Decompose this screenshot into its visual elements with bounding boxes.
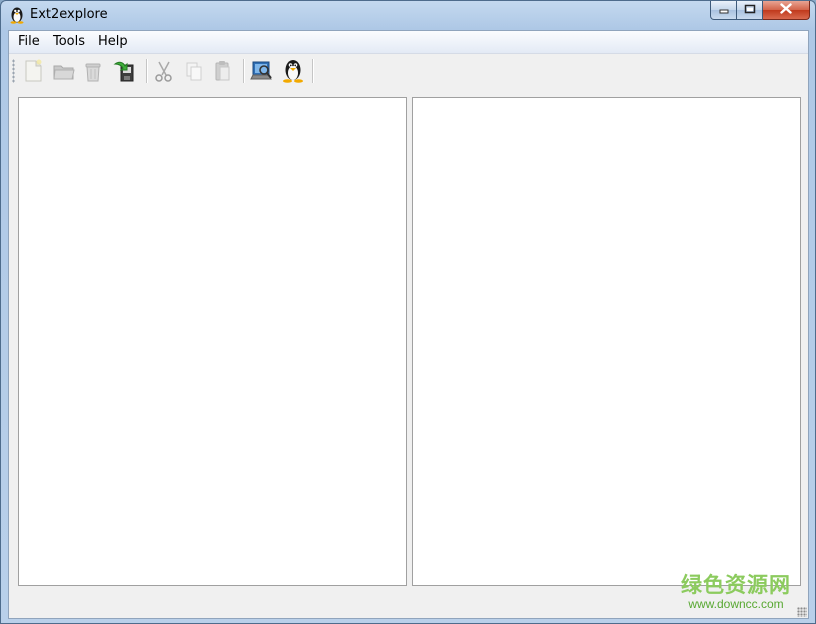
client-area: File Tools Help (8, 30, 809, 619)
rescan-drive-icon (250, 61, 274, 88)
window-title: Ext2explore (30, 7, 108, 22)
app-window: Ext2explore File Tools Help 绿色资源网 www.do… (0, 0, 816, 624)
tux-app-icon (9, 6, 25, 24)
copy-button[interactable] (182, 58, 206, 84)
new-file-icon (21, 59, 45, 88)
menu-file[interactable]: File (15, 34, 43, 49)
cut-button[interactable] (151, 58, 175, 84)
open-folder-button[interactable] (52, 58, 76, 84)
save-export-button[interactable] (113, 58, 137, 84)
cut-icon (151, 61, 175, 88)
menu-tools[interactable]: Tools (50, 34, 88, 49)
toolbar-separator (146, 59, 147, 83)
title-bar[interactable]: Ext2explore (1, 1, 815, 29)
delete-button[interactable] (81, 58, 105, 84)
maximize-button[interactable] (737, 1, 763, 20)
copy-icon (182, 62, 206, 88)
close-icon (780, 2, 792, 18)
folder-tree-pane[interactable] (18, 97, 407, 586)
menu-bar: File Tools Help (9, 31, 808, 54)
toolbar-grip[interactable] (12, 59, 15, 83)
menu-help[interactable]: Help (95, 34, 131, 49)
watermark: 绿色资源网 www.downcc.com (681, 573, 791, 611)
minimize-button[interactable] (710, 1, 737, 20)
minimize-icon (719, 3, 729, 18)
toolbar (9, 54, 808, 87)
watermark-text: 绿色资源网 (681, 573, 791, 597)
paste-icon (210, 61, 234, 88)
new-file-button[interactable] (21, 58, 45, 84)
watermark-url: www.downcc.com (688, 597, 784, 611)
folder-icon (52, 65, 76, 88)
trash-icon (81, 63, 105, 88)
toolbar-separator (243, 59, 244, 83)
window-controls (710, 1, 810, 21)
rescan-drive-button[interactable] (250, 58, 274, 84)
file-list-pane[interactable] (412, 97, 801, 586)
linux-button[interactable] (281, 58, 305, 84)
close-button[interactable] (763, 1, 810, 20)
resize-grip[interactable] (797, 607, 807, 617)
linux-tux-icon (281, 60, 305, 88)
save-export-icon (113, 61, 137, 88)
maximize-icon (744, 3, 756, 18)
toolbar-separator (312, 59, 313, 83)
paste-button[interactable] (210, 58, 234, 84)
